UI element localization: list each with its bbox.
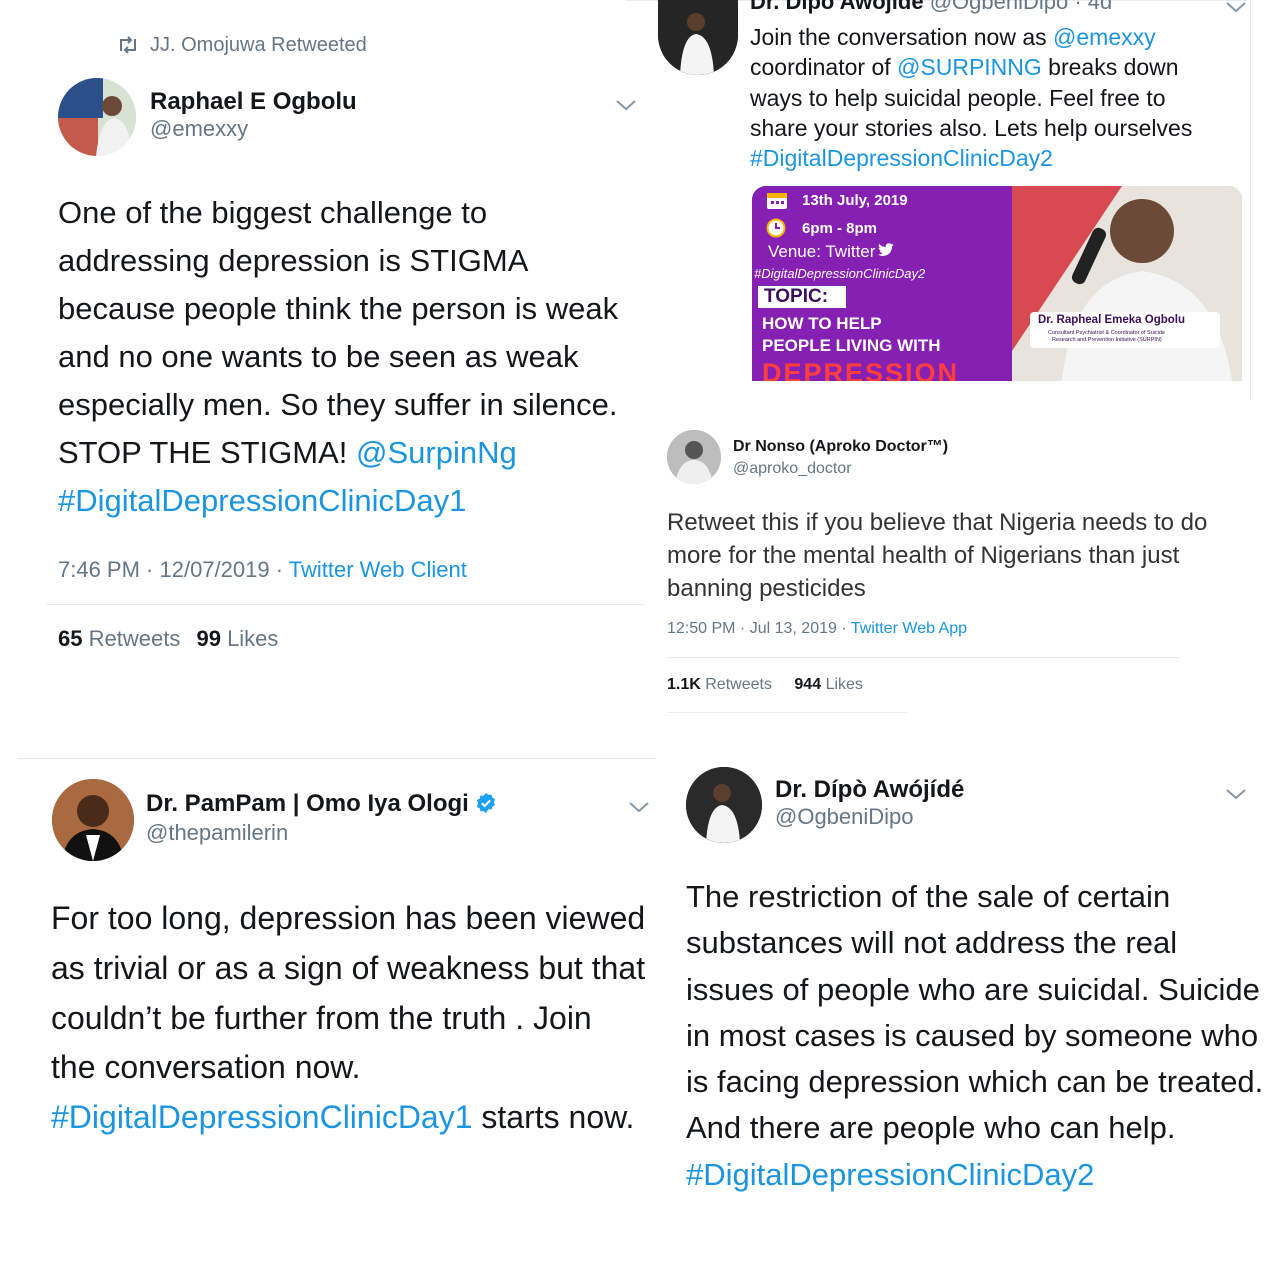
chevron-down-icon[interactable]: [1225, 0, 1247, 14]
avatar[interactable]: [686, 767, 762, 843]
divider: [18, 758, 656, 759]
author-name[interactable]: Dr. Dipo Awojide: [750, 0, 924, 14]
topic-line: HOW TO HELP: [762, 314, 882, 333]
event-time: 6pm - 8pm: [802, 220, 878, 237]
topic-label: TOPIC:: [758, 286, 846, 308]
speaker-card: Dr. Rapheal Emeka Ogbolu Consultant Psyc…: [1030, 312, 1220, 348]
likes-label[interactable]: Likes: [826, 676, 863, 693]
retweeted-by[interactable]: JJ. Omojuwa Retweeted: [150, 34, 367, 57]
author-handle[interactable]: @thepamilerin: [146, 820, 288, 846]
divider: [46, 604, 644, 605]
timestamp[interactable]: 7:46 PM · 12/07/2019 ·: [58, 557, 289, 582]
event-venue: Venue: Twitter: [768, 242, 895, 262]
text-line: The restriction of the sale of certain: [686, 879, 1171, 914]
text-line: starts now.: [472, 1099, 635, 1136]
avatar[interactable]: [52, 779, 134, 861]
text-line: One of the biggest challenge to: [58, 195, 488, 230]
text-line: more for the mental health of Nigerians …: [667, 542, 1180, 569]
text-line: Retweet this if you believe that Nigeria…: [667, 509, 1208, 536]
text-line: in most cases is caused by someone who: [686, 1017, 1259, 1053]
tweet-text: One of the biggest challenge to addressi…: [58, 189, 618, 525]
mention-link[interactable]: @SurpinNg: [356, 435, 517, 470]
verified-icon: [476, 792, 495, 814]
avatar[interactable]: [658, 0, 738, 75]
engagement-stats: 65 Retweets 99 Likes: [58, 626, 278, 652]
author-name-text[interactable]: Dr. PamPam | Omo Iya Ologi: [146, 790, 469, 817]
event-hashtag: #DigitalDepressionClinicDay2: [754, 266, 926, 281]
text-line: share your stories also. Lets help ourse…: [750, 114, 1193, 141]
text-line: couldn’t be further from the truth . Joi…: [51, 999, 592, 1036]
avatar[interactable]: [667, 430, 721, 484]
text-line: is facing depression which can be treate…: [686, 1064, 1264, 1100]
twitter-bird-icon: [878, 243, 895, 256]
author-handle[interactable]: @aproko_doctor: [733, 460, 852, 478]
text-line: the conversation now.: [51, 1049, 361, 1086]
author-name[interactable]: Dr Nonso (Aproko Doctor™): [733, 438, 948, 456]
event-date: 13th July, 2019: [802, 192, 908, 209]
text-line: breaks down: [1041, 54, 1179, 81]
client-link[interactable]: Twitter Web App: [851, 620, 967, 637]
speaker-title: Consultant Psychiatrist & Coordinator of…: [1048, 330, 1166, 336]
calendar-icon: [767, 193, 787, 209]
mention-link[interactable]: @SURPINNG: [897, 54, 1042, 80]
divider: [667, 657, 1180, 658]
timestamp-row: 12:50 PM · Jul 13, 2019 · Twitter Web Ap…: [667, 620, 967, 638]
author-handle[interactable]: @emexxy: [150, 116, 248, 142]
text-line: coordinator of: [750, 54, 898, 81]
text-line: addressing depression is STIGMA: [58, 243, 529, 278]
tweet-text: The restriction of the sale of certain s…: [686, 874, 1263, 1198]
likes-count[interactable]: 99: [196, 626, 220, 651]
text-line: issues of people who are suicidal. Suici…: [686, 971, 1260, 1007]
chevron-down-icon[interactable]: [615, 98, 637, 112]
text-line: For too long, depression has been viewed: [51, 900, 646, 936]
likes-count[interactable]: 944: [794, 676, 821, 693]
topic-line: DEPRESSION: [762, 358, 960, 381]
likes-label[interactable]: Likes: [227, 626, 278, 651]
clock-icon: [766, 218, 786, 238]
tweet-text: Retweet this if you believe that Nigeria…: [667, 506, 1207, 605]
topic-line: PEOPLE LIVING WITH: [762, 336, 941, 355]
hashtag-link[interactable]: #DigitalDepressionClinicDay2: [686, 1152, 1263, 1198]
text-line: And there are people who can help.: [686, 1110, 1176, 1146]
client-link[interactable]: Twitter Web Client: [289, 557, 467, 582]
author-handle[interactable]: @OgbeniDipo: [775, 804, 914, 830]
author-meta[interactable]: @OgbeniDipo · 4d: [930, 0, 1113, 14]
chevron-down-icon[interactable]: [1225, 787, 1247, 801]
text-line: Join the conversation now as: [750, 24, 1054, 50]
author-name: Dr. PamPam | Omo Iya Ologi: [146, 790, 497, 818]
retweets-count[interactable]: 1.1K: [667, 676, 701, 693]
hashtag-link[interactable]: #DigitalDepressionClinicDay1: [51, 1099, 473, 1135]
divider: [1250, 0, 1251, 400]
retweets-count[interactable]: 65: [58, 626, 82, 651]
text-line: STOP THE STIGMA!: [58, 435, 357, 470]
text-line: and no one wants to be seen as weak: [58, 339, 579, 374]
hashtag-link[interactable]: #DigitalDepressionClinicDay2: [750, 143, 1192, 173]
speaker-name: Dr. Rapheal Emeka Ogbolu: [1038, 314, 1185, 326]
speaker-title: Research and Prevention Initiative (SURP…: [1052, 337, 1162, 343]
hashtag-link[interactable]: #DigitalDepressionClinicDay1: [58, 477, 618, 525]
event-banner-image[interactable]: 13th July, 2019 6pm - 8pm Venue: Twitter…: [752, 186, 1242, 381]
retweets-label[interactable]: Retweets: [89, 626, 181, 651]
author-name[interactable]: Dr. Dípò Awójídé: [775, 776, 964, 804]
retweets-label[interactable]: Retweets: [705, 676, 772, 693]
tweet-text: For too long, depression has been viewed…: [51, 894, 645, 1143]
text-line: substances will not address the real: [686, 925, 1178, 961]
speaker-photo: [982, 186, 1242, 381]
venue-label: Venue: Twitter: [768, 242, 876, 261]
chevron-down-icon[interactable]: [628, 800, 650, 814]
text-line: ways to help suicidal people. Feel free …: [750, 84, 1166, 111]
timestamp[interactable]: 12:50 PM · Jul 13, 2019 ·: [667, 620, 851, 637]
author-name[interactable]: Raphael E Ogbolu: [150, 88, 357, 116]
text-line: especially men. So they suffer in silenc…: [58, 387, 618, 422]
mention-link[interactable]: @emexxy: [1053, 24, 1156, 50]
avatar[interactable]: [58, 78, 136, 156]
retweet-icon: [117, 36, 139, 54]
text-line: as trivial or as a sign of weakness but …: [51, 949, 646, 986]
tweet-text: Join the conversation now as @emexxy coo…: [750, 22, 1192, 173]
timestamp-row: 7:46 PM · 12/07/2019 · Twitter Web Clien…: [58, 557, 467, 583]
text-line: because people think the person is weak: [58, 291, 619, 326]
text-line: banning pesticides: [667, 575, 866, 602]
engagement-stats: 1.1K Retweets 944 Likes: [667, 676, 863, 694]
divider: [667, 712, 907, 713]
